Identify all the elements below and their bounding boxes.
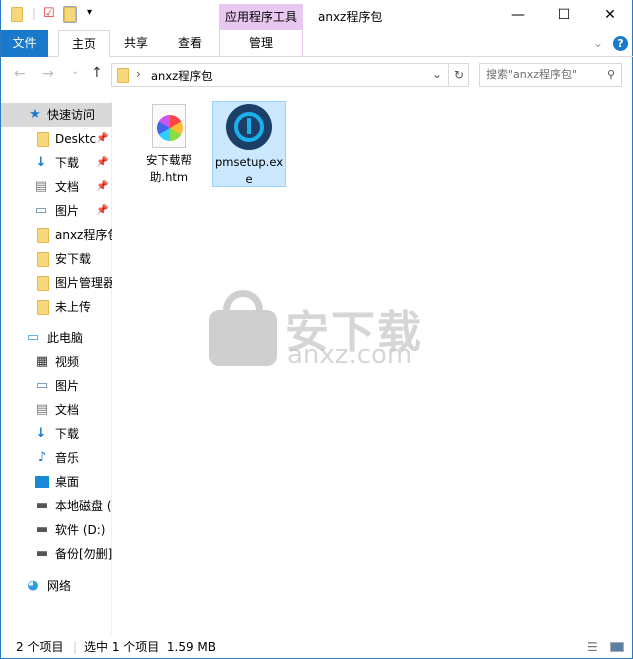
nav-item-pictures[interactable]: ▭ 图片 📌 [1, 199, 112, 223]
large-icons-view-button[interactable] [610, 642, 624, 652]
watermark-subtext: anxz.com [287, 340, 413, 370]
download-icon: ↓ [35, 155, 47, 170]
folder-icon [37, 228, 49, 243]
forward-button[interactable]: → [42, 66, 54, 82]
document-icon: ▤ [35, 402, 49, 417]
nav-item-documents-pc[interactable]: ▤ 文档 [1, 398, 112, 422]
document-icon: ▤ [34, 179, 48, 194]
maximize-button[interactable]: ☐ [541, 0, 587, 30]
nav-this-pc[interactable]: ▭ 此电脑 [1, 326, 112, 350]
nav-item-picture-manager[interactable]: 图片管理器 [1, 271, 112, 295]
folder-icon [37, 132, 49, 147]
power-app-icon [226, 104, 272, 150]
htm-file-icon [152, 104, 186, 148]
computer-icon: ▭ [26, 330, 40, 345]
help-icon[interactable]: ? [613, 36, 628, 51]
status-bar: 2 个项目 | 选中 1 个项目 1.59 MB ☰ [1, 635, 633, 659]
nav-item-music[interactable]: ♪ 音乐 [1, 446, 112, 470]
search-placeholder: 搜索"anxz程序包" [486, 68, 578, 81]
download-icon: ↓ [35, 426, 47, 441]
picture-icon: ▭ [35, 378, 49, 393]
nav-item-pictures-pc[interactable]: ▭ 图片 [1, 374, 112, 398]
breadcrumb-separator: › [136, 67, 141, 81]
nav-item-desktop[interactable]: Desktc 📌 [1, 127, 112, 151]
nav-item-anxz[interactable]: anxz程序包 [1, 223, 112, 247]
pin-icon: 📌 [96, 157, 109, 168]
close-button[interactable]: ✕ [587, 0, 633, 30]
address-dropdown[interactable]: ⌄ [432, 67, 442, 81]
nav-quick-access[interactable]: ★ 快速访问 [1, 103, 112, 127]
nav-item-backup[interactable]: ▬ 备份[勿删] [1, 542, 112, 566]
file-name: pmsetup.exe [215, 155, 284, 186]
search-input[interactable]: 搜索"anxz程序包" ⚲ [479, 63, 622, 87]
nav-item-drive-d[interactable]: ▬ 软件 (D:) [1, 518, 112, 542]
nav-item-downloads[interactable]: ↓ 下载 📌 [1, 151, 112, 175]
folder-icon [11, 7, 23, 22]
customize-toolbar-icon[interactable]: ▾ [87, 7, 92, 18]
pin-icon: 📌 [96, 205, 109, 216]
music-icon: ♪ [37, 450, 47, 465]
file-item[interactable]: 安下载帮助.htm [132, 101, 206, 187]
folder-icon [37, 276, 49, 291]
nav-item-anxiazai[interactable]: 安下载 [1, 247, 112, 271]
nav-item-documents[interactable]: ▤ 文档 📌 [1, 175, 112, 199]
details-view-button[interactable]: ☰ [587, 635, 598, 659]
file-item-selected[interactable]: pmsetup.exe [212, 101, 286, 187]
nav-item-downloads-pc[interactable]: ↓ 下载 [1, 422, 112, 446]
tab-file[interactable]: 文件 [1, 30, 48, 57]
up-button[interactable]: ↑ [91, 65, 103, 81]
context-tab-application-tools[interactable]: 应用程序工具 [219, 4, 303, 30]
refresh-button[interactable]: ↻ [448, 64, 469, 86]
divider: | [73, 640, 78, 654]
file-name: 安下载帮助.htm [146, 153, 192, 184]
nav-item-videos[interactable]: ▦ 视频 [1, 350, 112, 374]
address-bar[interactable]: › anxz程序包 ⌄ ↻ [111, 63, 469, 87]
nav-item-not-uploaded[interactable]: 未上传 [1, 295, 112, 319]
properties-icon[interactable]: ☑ [43, 6, 55, 21]
folder-icon [117, 68, 129, 83]
ribbon-tabs: 文件 主页 共享 查看 管理 ⌄ ? [1, 30, 633, 57]
recent-locations-button[interactable]: ⌄ [71, 66, 79, 77]
pin-icon: 📌 [96, 181, 109, 192]
folder-icon [37, 300, 49, 315]
item-count: 2 个项目 [16, 640, 64, 654]
nav-item-desktop-pc[interactable]: 桌面 [1, 470, 112, 494]
nav-network[interactable]: ◕ 网络 [1, 574, 112, 598]
back-button[interactable]: ← [14, 66, 26, 82]
picture-icon: ▭ [34, 203, 48, 218]
network-icon: ◕ [27, 578, 39, 593]
drive-icon: ▬ [35, 498, 49, 513]
tab-share[interactable]: 共享 [113, 30, 159, 57]
window-title: anxz程序包 [318, 10, 383, 24]
desktop-icon [35, 476, 49, 488]
drive-icon: ▬ [35, 522, 49, 537]
search-icon: ⚲ [606, 68, 615, 81]
collapse-ribbon-icon[interactable]: ⌄ [591, 30, 605, 57]
folder-icon [37, 252, 49, 267]
tab-view[interactable]: 查看 [167, 30, 213, 57]
tab-manage[interactable]: 管理 [219, 30, 303, 57]
divider: | [32, 6, 37, 20]
selection-info: 选中 1 个项目 1.59 MB [84, 640, 217, 654]
new-folder-icon[interactable] [63, 6, 77, 23]
minimize-button[interactable]: — [495, 0, 541, 30]
star-icon: ★ [29, 107, 41, 122]
drive-icon: ▬ [35, 546, 49, 561]
pin-icon: 📌 [96, 133, 109, 144]
video-icon: ▦ [35, 354, 49, 369]
title-bar: | ☑ ▾ 应用程序工具 anxz程序包 — ☐ ✕ [1, 0, 633, 30]
watermark-logo [209, 290, 279, 368]
nav-item-drive-c[interactable]: ▬本地磁盘 (C:) [1, 494, 112, 518]
navigation-pane: ★快速访问 Desktc📌 ↓下载📌 ▤文档📌 ▭图片📌 anxz程序包 安下载… [1, 100, 112, 635]
tab-home[interactable]: 主页 [58, 30, 110, 57]
breadcrumb-current[interactable]: anxz程序包 [151, 68, 213, 84]
